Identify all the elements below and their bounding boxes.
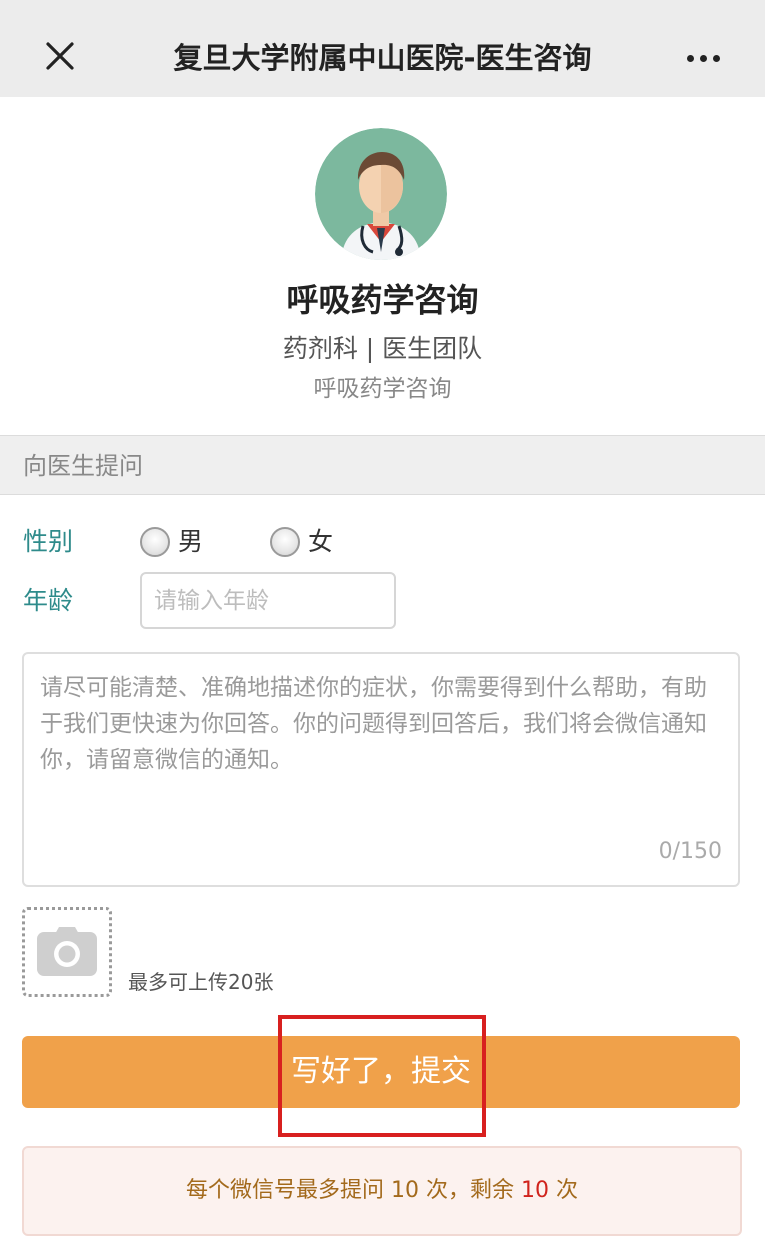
gender-option-label: 女 — [308, 527, 334, 556]
submit-button[interactable]: 写好了，提交 — [22, 1036, 740, 1108]
doctor-name: 呼吸药学咨询 — [286, 281, 479, 319]
description-placeholder: 请尽可能清楚、准确地描述你的症状，你需要得到什么帮助，有助于我们更快速为你回答。… — [40, 675, 707, 773]
notice-max-count: 10 — [390, 1178, 419, 1203]
notice-suffix: 次 — [556, 1178, 579, 1203]
question-limit-notice: 每个微信号最多提问 10 次，剩余 10 次 — [22, 1146, 742, 1236]
notice-prefix: 每个微信号最多提问 — [185, 1178, 384, 1203]
doctor-avatar-icon — [315, 128, 447, 260]
gender-label: 性别 — [23, 527, 74, 556]
notice-remaining-count: 10 — [521, 1178, 549, 1203]
gender-radio-female[interactable]: 女 — [270, 525, 333, 559]
top-nav-bar: 复旦大学附属中山医院-医生咨询 — [0, 0, 765, 97]
upload-hint: 最多可上传20张 — [128, 970, 274, 994]
doctor-description: 呼吸药学咨询 — [313, 376, 452, 402]
page-title: 复旦大学附属中山医院-医生咨询 — [173, 41, 592, 75]
more-dots-icon — [686, 54, 694, 62]
close-icon — [46, 42, 74, 70]
section-label: 向医生提问 — [23, 452, 143, 480]
age-label: 年龄 — [23, 586, 74, 615]
more-options-button[interactable] — [673, 40, 733, 76]
upload-photo-button[interactable] — [22, 907, 112, 997]
radio-circle-icon — [270, 527, 300, 557]
doctor-department: 药剂科 | 医生团队 — [282, 334, 483, 363]
ask-doctor-section-header: 向医生提问 — [0, 435, 765, 495]
gender-radio-male[interactable]: 男 — [140, 525, 203, 559]
symptom-description-textarea[interactable]: 请尽可能清楚、准确地描述你的症状，你需要得到什么帮助，有助于我们更快速为你回答。… — [22, 652, 740, 887]
age-input[interactable] — [140, 572, 396, 629]
gender-option-label: 男 — [178, 527, 204, 556]
doctor-avatar — [315, 128, 447, 260]
radio-circle-icon — [140, 527, 170, 557]
camera-icon — [37, 927, 97, 976]
notice-middle: 次，剩余 — [425, 1178, 514, 1203]
character-counter: 0/150 — [658, 839, 722, 864]
close-button[interactable] — [36, 32, 82, 78]
